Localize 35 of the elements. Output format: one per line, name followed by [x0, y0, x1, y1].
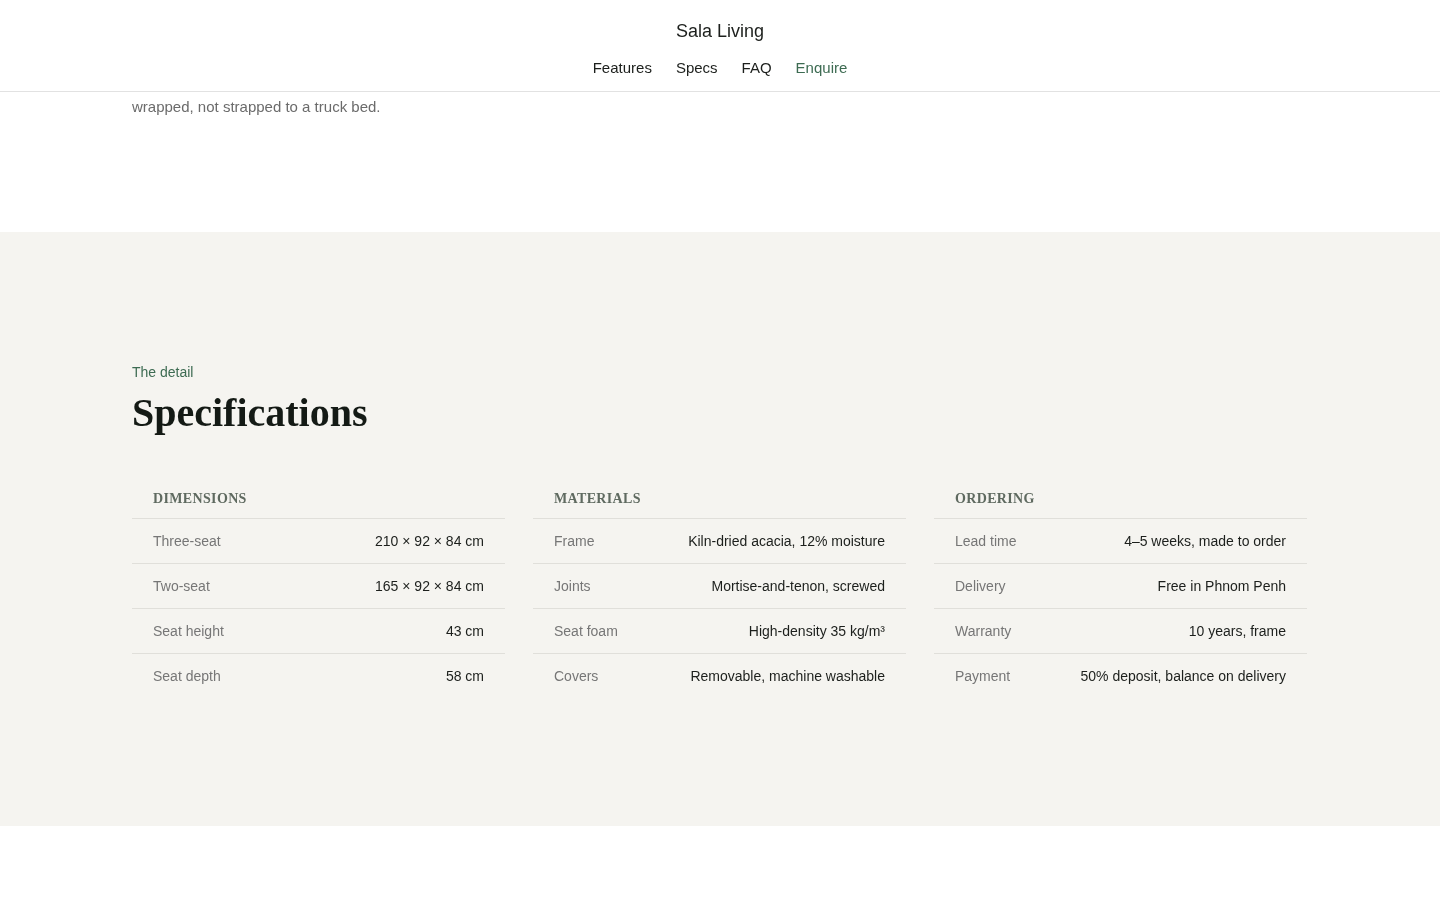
spec-value: 50% deposit, balance on delivery [1080, 667, 1286, 686]
group-heading: MATERIALS [554, 490, 641, 508]
nav-link[interactable]: Features [592, 57, 652, 80]
spec-value: Mortise-and-tenon, screwed [711, 576, 885, 596]
spec-label: Three-seat [153, 531, 221, 551]
spec-label: Joints [554, 576, 591, 596]
spec-value: 4–5 weeks, made to order [1124, 531, 1286, 551]
spec-label: Two-seat [153, 576, 210, 596]
spec-label: Seat height [153, 621, 224, 641]
spec-label: Lead time [955, 531, 1017, 551]
spec-value: 58 cm [445, 667, 484, 686]
spec-value: 43 cm [445, 621, 484, 641]
group-heading: DIMENSIONS [153, 490, 247, 508]
nav-link[interactable]: Enquire [795, 57, 848, 80]
spec-value: 165 × 92 × 84 cm [375, 576, 484, 596]
group-heading: ORDERING [955, 490, 1035, 508]
spec-label: Warranty [955, 621, 1012, 641]
spec-label: Seat foam [554, 621, 618, 641]
spec-value: Kiln-dried acacia, 12% moisture [688, 531, 885, 551]
spec-value: Removable, machine washable [690, 667, 885, 686]
eyebrow-label: The detail [132, 363, 195, 382]
spec-value: 10 years, frame [1188, 621, 1286, 641]
spec-label: Delivery [955, 576, 1006, 596]
brand-name[interactable]: Sala Living [675, 18, 765, 45]
intro-text: wrapped, not strapped to a truck bed. [132, 97, 382, 117]
spec-label: Covers [554, 667, 599, 686]
spec-label: Payment [955, 667, 1011, 686]
nav-link[interactable]: FAQ [741, 57, 772, 80]
spec-value: High-density 35 kg/m³ [748, 621, 885, 641]
spec-label: Seat depth [153, 667, 221, 686]
spec-value: Free in Phnom Penh [1157, 576, 1286, 596]
spec-label: Frame [554, 531, 595, 551]
spec-value: 210 × 92 × 84 cm [375, 531, 484, 551]
nav-link[interactable]: Specs [675, 57, 718, 80]
section-title: Specifications [132, 389, 369, 437]
